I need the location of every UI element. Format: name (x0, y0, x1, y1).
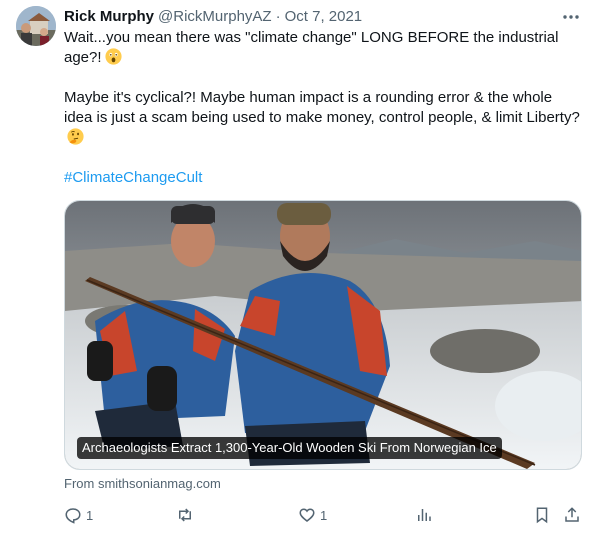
tweet-header: Rick Murphy @RickMurphyAZ · Oct 7, 2021 (64, 8, 362, 28)
user-handle[interactable]: @RickMurphyAZ (158, 8, 272, 25)
display-name[interactable]: Rick Murphy (64, 8, 154, 25)
reply-button[interactable]: 1 (64, 502, 93, 528)
card-image[interactable] (65, 201, 582, 470)
header-separator: · (275, 8, 281, 25)
retweet-icon (179, 508, 191, 522)
card-caption: Archaeologists Extract 1,300-Year-Old Wo… (77, 437, 502, 459)
hashtag-link[interactable]: #ClimateChangeCult (64, 168, 584, 188)
link-card[interactable]: Archaeologists Extract 1,300-Year-Old Wo… (64, 200, 582, 470)
reply-icon (65, 508, 81, 524)
tweet[interactable]: Rick Murphy @RickMurphyAZ · Oct 7, 2021 … (0, 0, 598, 534)
tweet-paragraph-1-text: Wait...you mean there was "climate chang… (64, 29, 559, 66)
retweet-button[interactable] (176, 502, 194, 528)
like-icon (299, 508, 315, 522)
more-options-icon[interactable] (562, 10, 580, 24)
views-icon (418, 509, 431, 521)
share-icon (565, 507, 579, 522)
reply-count: 1 (86, 507, 94, 523)
tweet-paragraph-1: Wait...you mean there was "climate chang… (64, 28, 584, 68)
bookmark-button[interactable] (533, 502, 551, 528)
like-count: 1 (320, 507, 328, 523)
views-button[interactable] (415, 502, 433, 528)
card-source[interactable]: From smithsonianmag.com (64, 476, 221, 491)
share-button[interactable] (563, 502, 581, 528)
tweet-paragraph-2-text: Maybe it's cyclical?! Maybe human impact… (64, 89, 580, 126)
avatar[interactable] (16, 6, 56, 46)
action-bar: 1 1 (64, 502, 584, 528)
tweet-paragraph-2: Maybe it's cyclical?! Maybe human impact… (64, 88, 584, 148)
astonished-face-icon (104, 48, 122, 65)
bookmark-icon (536, 507, 548, 524)
tweet-date[interactable]: Oct 7, 2021 (285, 8, 363, 25)
like-button[interactable]: 1 (298, 502, 327, 528)
tweet-text: Wait...you mean there was "climate chang… (64, 28, 584, 188)
thinking-face-icon (67, 128, 84, 145)
